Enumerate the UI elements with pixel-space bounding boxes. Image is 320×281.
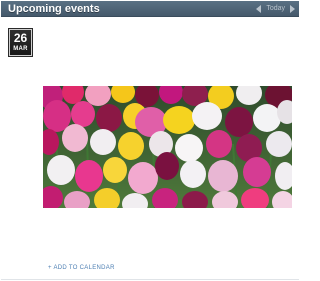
widget-header: Upcoming events Today	[1, 1, 299, 17]
add-to-calendar-link[interactable]: + ADD TO CALENDAR	[48, 265, 115, 271]
event-date-badge: 26 MAR	[8, 28, 33, 57]
chevron-left-icon[interactable]	[256, 5, 262, 13]
date-navigation: Today	[256, 2, 295, 16]
event-image[interactable]	[43, 86, 292, 208]
widget-title: Upcoming events	[8, 3, 100, 15]
upcoming-events-widget: Upcoming events Today 26 MAR + ADD TO CA…	[1, 1, 299, 280]
event-month: MAR	[13, 46, 28, 52]
chevron-right-icon[interactable]	[290, 5, 295, 13]
tulip-photo	[43, 86, 292, 208]
event-day: 26	[13, 31, 28, 45]
today-button[interactable]: Today	[265, 2, 286, 16]
divider	[1, 279, 299, 280]
